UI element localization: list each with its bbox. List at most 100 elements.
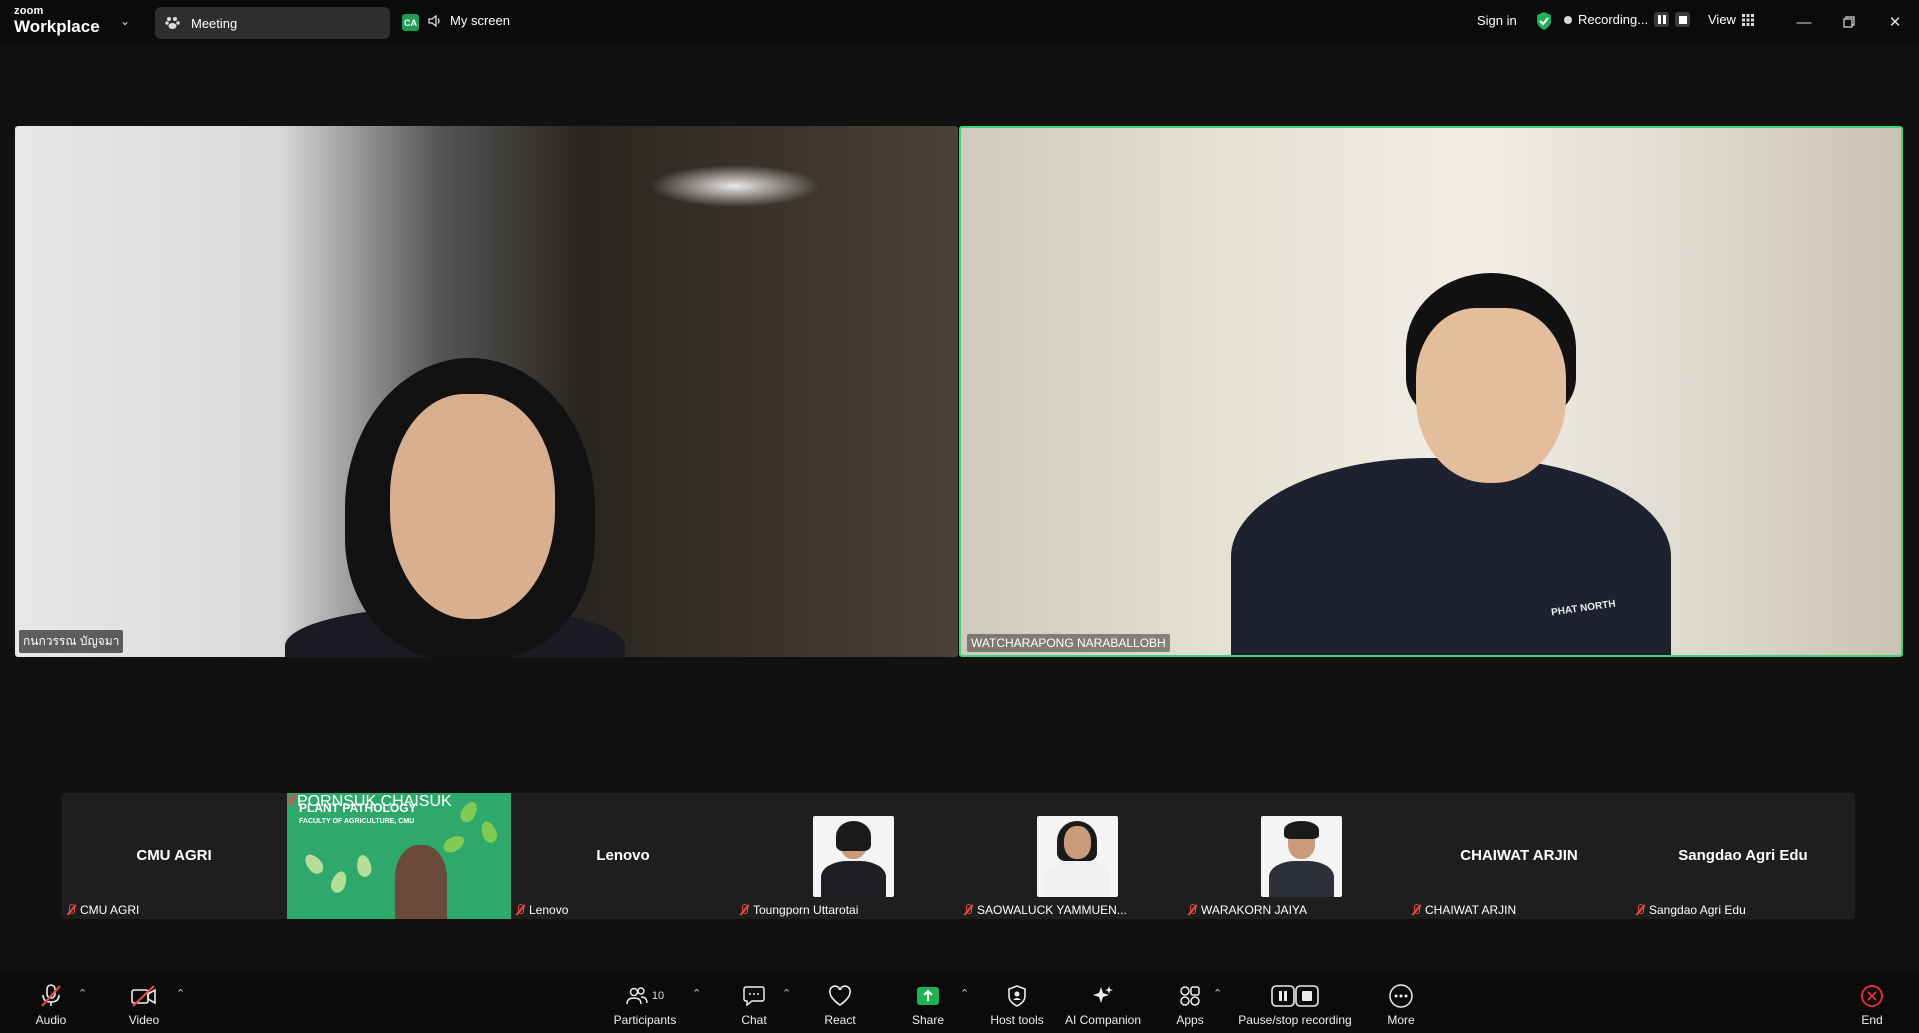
participant-thumb-pornsuk[interactable]: PLANT PATHOLOGY FACULTY OF AGRICULTURE, … xyxy=(287,793,511,919)
video-tile-left[interactable]: กนกวรรณ บัญจมา xyxy=(15,126,958,657)
participant-video xyxy=(1231,458,1671,655)
ai-companion-button[interactable]: AI Companion xyxy=(1064,973,1142,1033)
participant-display-name: CMU AGRI xyxy=(136,847,212,864)
participant-name: Lenovo xyxy=(529,903,569,917)
participant-display-name: Sangdao Agri Edu xyxy=(1678,847,1808,864)
shield-icon xyxy=(1008,985,1026,1007)
react-button[interactable]: React xyxy=(823,973,857,1033)
participants-button[interactable]: 10 Participants xyxy=(612,973,678,1033)
audio-options-caret-icon[interactable]: ⌃ xyxy=(78,987,87,1000)
participant-name: CHAIWAT ARJIN xyxy=(1425,903,1517,917)
apps-label: Apps xyxy=(1176,1013,1204,1027)
video-label: Video xyxy=(128,1013,160,1027)
participant-strip: CMU AGRI CMU AGRI PLANT PATHOLOGY FACULT… xyxy=(62,793,1855,919)
recording-indicator[interactable]: Recording... xyxy=(1564,12,1691,27)
participant-thumb-chaiwat[interactable]: CHAIWAT ARJIN CHAIWAT ARJIN xyxy=(1407,793,1631,919)
more-label: More xyxy=(1387,1013,1415,1027)
recording-label: Recording... xyxy=(1578,12,1649,27)
audio-button[interactable]: Audio xyxy=(34,973,68,1033)
sign-in-link[interactable]: Sign in xyxy=(1477,13,1517,28)
participants-label: Participants xyxy=(613,1013,677,1027)
participant-name-label: WATCHARAPONG NARABALLOBH xyxy=(967,634,1170,652)
pause-icon[interactable] xyxy=(1654,12,1670,27)
chevron-down-icon[interactable]: ⌄ xyxy=(120,14,130,28)
mic-muted-icon xyxy=(66,904,76,916)
mic-muted-icon xyxy=(739,904,749,916)
participant-name: CMU AGRI xyxy=(80,903,140,917)
speaker-icon xyxy=(428,14,440,27)
view-button[interactable]: View xyxy=(1708,12,1754,27)
end-icon xyxy=(1861,985,1883,1007)
pause-stop-icon xyxy=(1271,985,1319,1007)
video-tile-active-speaker[interactable]: PHAT NORTH WATCHARAPONG NARABALLOBH xyxy=(959,126,1903,657)
view-label: View xyxy=(1708,12,1736,27)
participant-thumb-lenovo[interactable]: Lenovo Lenovo xyxy=(511,793,735,919)
leaf-decoration xyxy=(328,869,350,895)
shield-check-icon[interactable] xyxy=(1535,11,1553,31)
participant-thumb-sangdao[interactable]: Sangdao Agri Edu Sangdao Agri Edu xyxy=(1631,793,1855,919)
participant-name-label: กนกวรรณ บัญจมา xyxy=(19,630,124,653)
heart-icon xyxy=(829,985,851,1006)
share-screen-icon xyxy=(917,987,939,1005)
app-logo[interactable]: zoom Workplace xyxy=(14,5,100,36)
video-off-icon xyxy=(131,985,156,1007)
my-screen-tab[interactable]: My screen xyxy=(428,13,510,28)
ca-badge: CA xyxy=(402,14,419,31)
banner-title: PLANT PATHOLOGY xyxy=(299,801,417,815)
record-dot-icon xyxy=(1564,15,1572,24)
meeting-tab[interactable]: Meeting xyxy=(155,7,390,39)
pause-stop-label: Pause/stop recording xyxy=(1238,1013,1352,1027)
share-caret-icon[interactable]: ⌃ xyxy=(960,987,969,1000)
restore-icon[interactable] xyxy=(1834,8,1864,36)
participant-thumb-saowaluck[interactable]: SAOWALUCK YAMMUEN... xyxy=(959,793,1183,919)
more-icon xyxy=(1389,984,1413,1008)
chat-caret-icon[interactable]: ⌃ xyxy=(782,987,791,1000)
zoom-window: zoom Workplace ⌄ Meeting CA My screen Si… xyxy=(0,0,1919,1033)
avatar xyxy=(1261,816,1342,897)
participant-thumb-warakorn[interactable]: WARAKORN JAIYA xyxy=(1183,793,1407,919)
minimize-icon[interactable]: — xyxy=(1789,8,1819,36)
audio-label: Audio xyxy=(35,1013,67,1027)
participants-caret-icon[interactable]: ⌃ xyxy=(692,987,701,1000)
participant-name: Toungporn Uttarotai xyxy=(753,903,859,917)
paw-icon xyxy=(165,17,180,29)
chat-button[interactable]: Chat xyxy=(738,973,770,1033)
apps-caret-icon[interactable]: ⌃ xyxy=(1213,987,1222,1000)
share-button[interactable]: Share xyxy=(912,973,944,1033)
close-icon[interactable]: ✕ xyxy=(1880,8,1910,36)
mic-muted-icon xyxy=(1187,904,1197,916)
ai-companion-label: AI Companion xyxy=(1064,1013,1142,1027)
participant-name: WARAKORN JAIYA xyxy=(1201,903,1308,917)
mic-off-icon xyxy=(41,984,61,1007)
grid-icon xyxy=(1741,13,1754,26)
leaf-decoration xyxy=(440,832,468,856)
end-label: End xyxy=(1861,1013,1883,1027)
participants-icon xyxy=(626,987,648,1005)
participants-count: 10 xyxy=(651,990,665,1002)
host-tools-label: Host tools xyxy=(990,1013,1044,1027)
mic-muted-icon xyxy=(1411,904,1421,916)
leaf-decoration xyxy=(301,851,327,877)
stop-icon[interactable] xyxy=(1675,12,1691,27)
host-tools-button[interactable]: Host tools xyxy=(990,973,1044,1033)
leaf-decoration xyxy=(355,853,373,879)
pause-stop-recording-button[interactable]: Pause/stop recording xyxy=(1236,973,1354,1033)
sparkle-icon xyxy=(1093,986,1113,1003)
participant-thumb-toungporn[interactable]: Toungporn Uttarotai xyxy=(735,793,959,919)
brand-large: Workplace xyxy=(14,17,100,36)
avatar xyxy=(1037,816,1118,897)
chat-label: Chat xyxy=(741,1013,767,1027)
mic-muted-icon xyxy=(963,904,973,916)
brand-small: zoom xyxy=(14,5,44,17)
participant-name: Sangdao Agri Edu xyxy=(1649,903,1746,917)
end-meeting-button[interactable]: End xyxy=(1855,973,1889,1033)
video-options-caret-icon[interactable]: ⌃ xyxy=(176,987,185,1000)
more-button[interactable]: More xyxy=(1385,973,1417,1033)
participant-thumb-cmu-agri[interactable]: CMU AGRI CMU AGRI xyxy=(62,793,286,919)
video-button[interactable]: Video xyxy=(128,973,160,1033)
participant-name: SAOWALUCK YAMMUEN... xyxy=(977,903,1127,917)
apps-button[interactable]: Apps xyxy=(1175,973,1205,1033)
participant-display-name: Lenovo xyxy=(596,847,650,864)
avatar xyxy=(813,816,894,897)
meeting-toolbar: Audio ⌃ Video ⌃ 10 Participants ⌃ Chat ⌃… xyxy=(0,973,1919,1033)
